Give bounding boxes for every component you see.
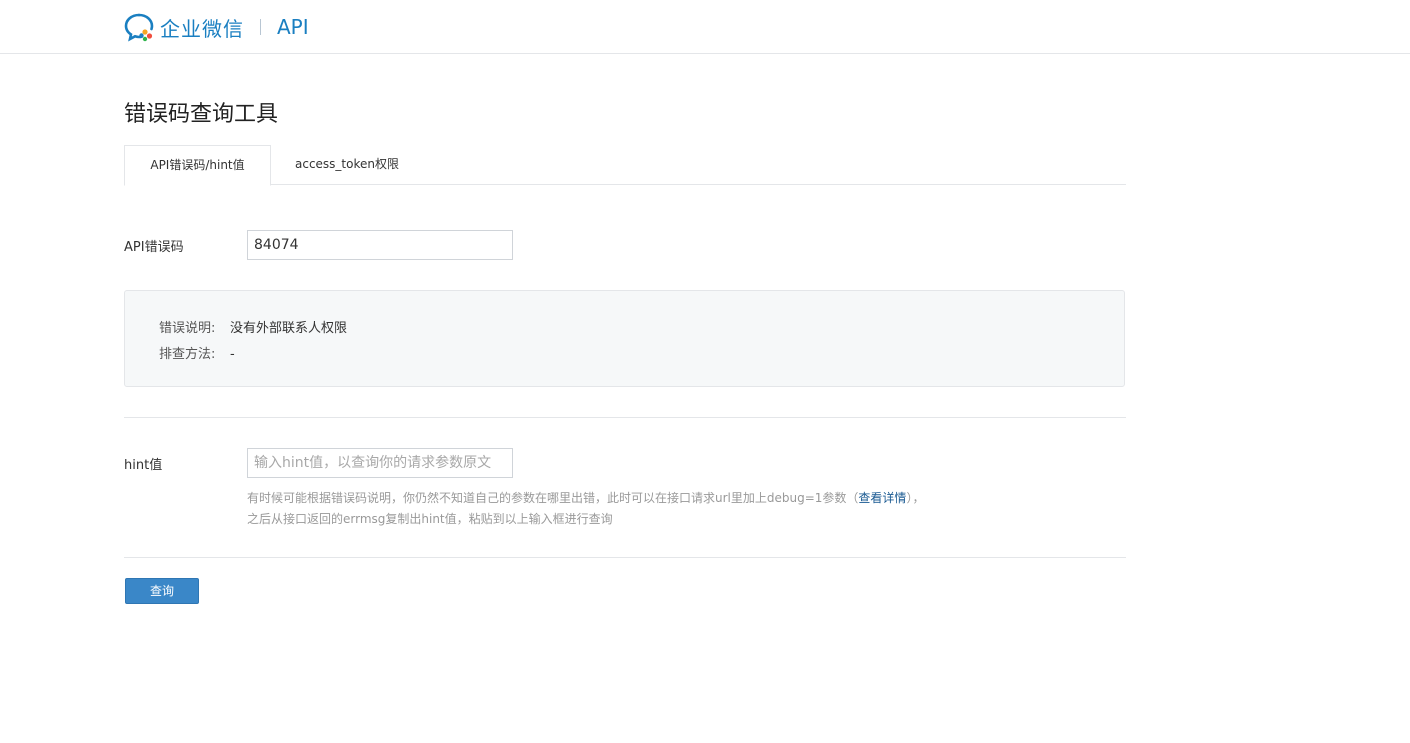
error-description: 错误说明: 没有外部联系人权限 [159,317,347,336]
result-panel: 错误说明: 没有外部联系人权限 排查方法: - [124,290,1125,387]
brand[interactable]: 企业微信 API [124,12,309,42]
troubleshooting-method: 排查方法: - [159,343,235,362]
hint-description-text: 有时候可能根据错误码说明，你仍然不知道自己的参数在哪里出错，此时可以在接口请求u… [247,491,859,505]
tab-api-error-code[interactable]: API错误码/hint值 [124,145,271,186]
tab-bar: API错误码/hint值 access_token权限 [124,145,1126,186]
tab-access-token[interactable]: access_token权限 [271,145,423,185]
troubleshooting-method-value: - [230,347,235,362]
divider [124,557,1126,558]
view-details-link[interactable]: 查看详情 [858,491,906,505]
hint-description-suffix: ）， [906,491,925,505]
error-code-label: API错误码 [124,240,184,255]
hint-input[interactable] [247,448,513,478]
error-description-key: 错误说明: [159,321,216,336]
hint-label: hint值 [124,458,163,473]
troubleshooting-method-key: 排查方法: [159,347,216,362]
top-bar: 企业微信 API [0,0,1410,54]
query-button[interactable]: 查询 [125,578,199,604]
error-description-value: 没有外部联系人权限 [230,321,348,336]
wecom-logo-icon [124,12,156,42]
brand-name: 企业微信 [160,16,244,41]
error-code-input[interactable] [247,230,513,260]
divider [124,417,1126,418]
brand-divider [260,19,261,35]
hint-description: 有时候可能根据错误码说明，你仍然不知道自己的参数在哪里出错，此时可以在接口请求u… [247,488,1007,530]
page-title: 错误码查询工具 [124,102,279,127]
hint-description-line2: 之后从接口返回的errmsg复制出hint值，粘贴到以上输入框进行查询 [247,512,613,526]
brand-sub: API [277,15,309,39]
